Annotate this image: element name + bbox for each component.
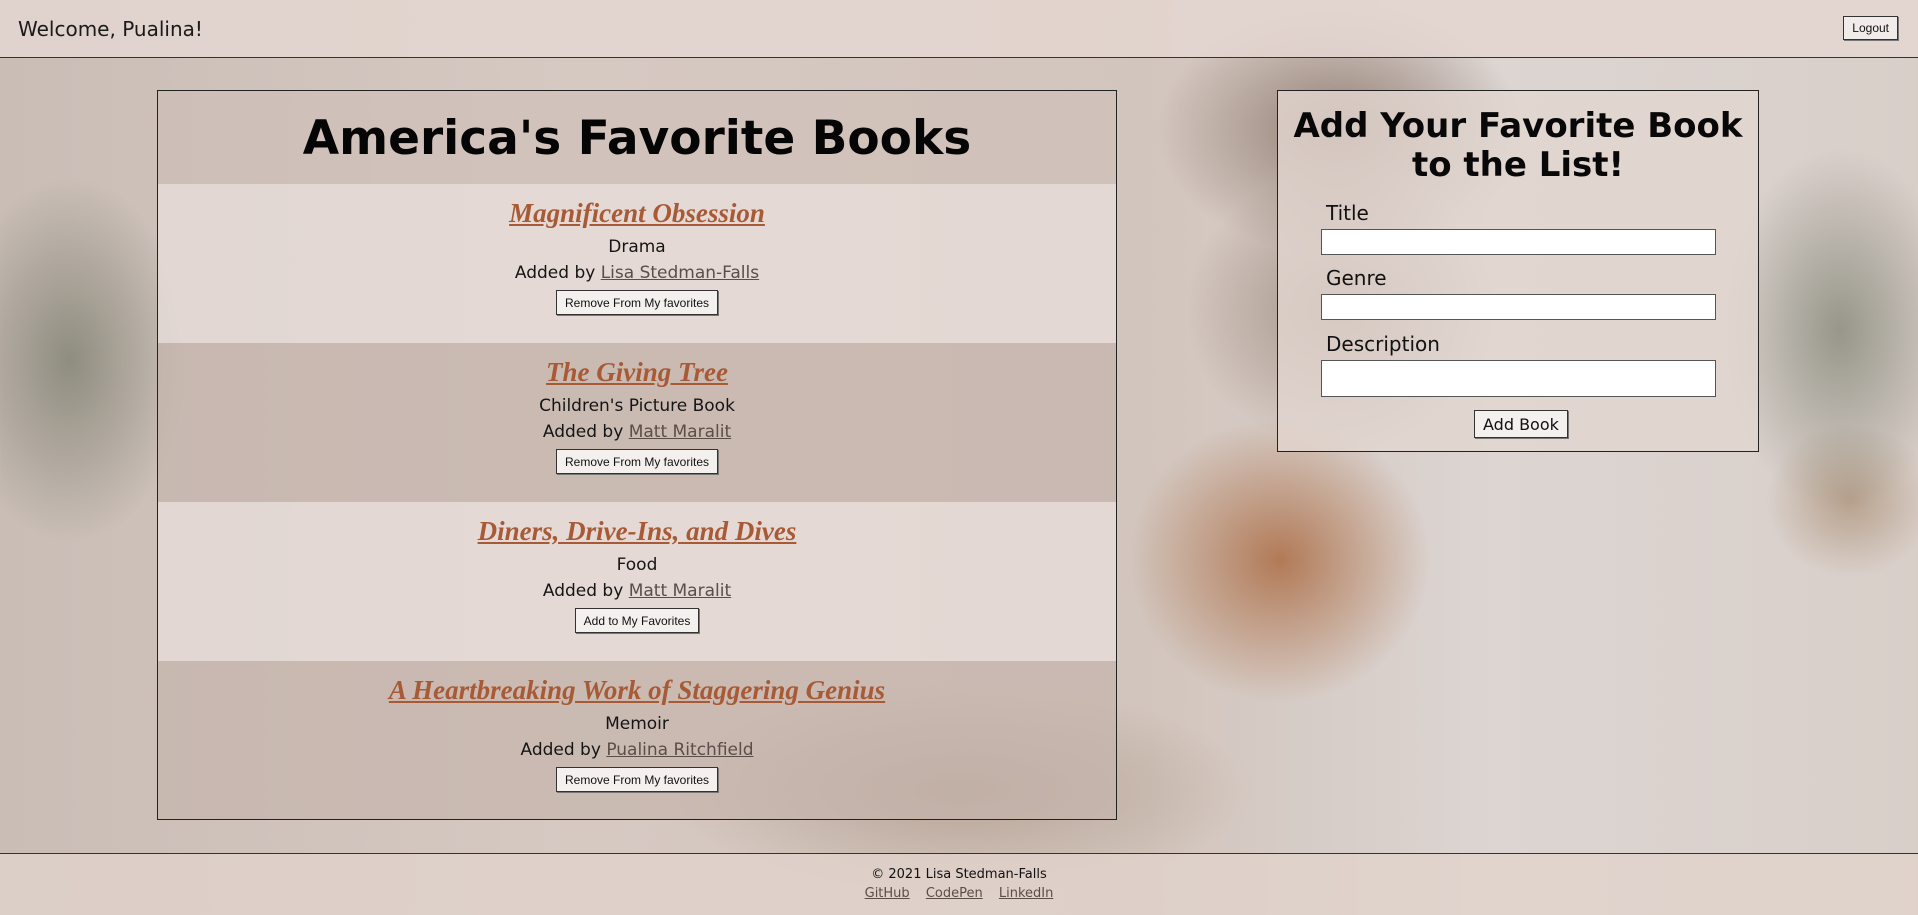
form-title: Add Your Favorite Book to the List! xyxy=(1293,106,1743,185)
remove-favorite-button[interactable]: Remove From My favorites xyxy=(555,290,719,315)
book-title-link[interactable]: A Heartbreaking Work of Staggering Geniu… xyxy=(389,675,885,706)
page-title: America's Favorite Books xyxy=(302,111,972,166)
list-item: Diners, Drive-Ins, and Dives Food Added … xyxy=(158,502,1116,661)
book-title-link[interactable]: Diners, Drive-Ins, and Dives xyxy=(478,516,797,547)
added-by-user-link[interactable]: Lisa Stedman-Falls xyxy=(601,263,759,283)
added-by-user-link[interactable]: Matt Maralit xyxy=(629,422,731,442)
footer: © 2021 Lisa Stedman-Falls GitHub CodePen… xyxy=(0,853,1918,915)
logout-button[interactable]: Logout xyxy=(1843,16,1898,40)
description-input[interactable] xyxy=(1321,360,1716,397)
book-genre: Food xyxy=(616,555,658,575)
book-genre: Children's Picture Book xyxy=(539,396,735,416)
added-by-label: Added by xyxy=(542,581,624,601)
github-link[interactable]: GitHub xyxy=(865,886,910,901)
added-by-label: Added by xyxy=(514,263,596,283)
genre-label: Genre xyxy=(1326,266,1387,290)
add-book-button[interactable]: Add Book xyxy=(1474,410,1568,438)
footer-links: GitHub CodePen LinkedIn xyxy=(0,886,1918,901)
books-panel: America's Favorite Books Magnificent Obs… xyxy=(157,90,1117,820)
book-genre: Drama xyxy=(608,237,666,257)
book-title-link[interactable]: Magnificent Obsession xyxy=(509,198,765,229)
remove-favorite-button[interactable]: Remove From My favorites xyxy=(555,767,719,792)
genre-input[interactable] xyxy=(1321,294,1716,320)
list-item: A Heartbreaking Work of Staggering Geniu… xyxy=(158,661,1116,819)
remove-favorite-button[interactable]: Remove From My favorites xyxy=(555,449,719,474)
copyright-text: © 2021 Lisa Stedman-Falls xyxy=(871,867,1047,882)
list-item: Magnificent Obsession Drama Added by Lis… xyxy=(158,184,1116,343)
list-item: The Giving Tree Children's Picture Book … xyxy=(158,343,1116,502)
description-label: Description xyxy=(1326,332,1440,356)
welcome-message: Welcome, Pualina! xyxy=(18,17,203,41)
title-label: Title xyxy=(1326,201,1369,225)
book-genre: Memoir xyxy=(605,714,669,734)
added-by-label: Added by xyxy=(542,422,624,442)
top-bar: Welcome, Pualina! Logout xyxy=(0,0,1918,58)
added-by-user-link[interactable]: Matt Maralit xyxy=(629,581,731,601)
linkedin-link[interactable]: LinkedIn xyxy=(999,886,1053,901)
codepen-link[interactable]: CodePen xyxy=(926,886,983,901)
book-added-by: Added by Lisa Stedman-Falls xyxy=(158,263,1116,283)
add-book-form: Add Your Favorite Book to the List! Titl… xyxy=(1277,90,1759,452)
book-added-by: Added by Matt Maralit xyxy=(158,422,1116,442)
book-added-by: Added by Matt Maralit xyxy=(158,581,1116,601)
title-input[interactable] xyxy=(1321,229,1716,255)
book-title-link[interactable]: The Giving Tree xyxy=(546,357,728,388)
add-favorite-button[interactable]: Add to My Favorites xyxy=(574,608,700,633)
book-added-by: Added by Pualina Ritchfield xyxy=(158,740,1116,760)
added-by-label: Added by xyxy=(520,740,601,760)
added-by-user-link[interactable]: Pualina Ritchfield xyxy=(606,740,753,760)
